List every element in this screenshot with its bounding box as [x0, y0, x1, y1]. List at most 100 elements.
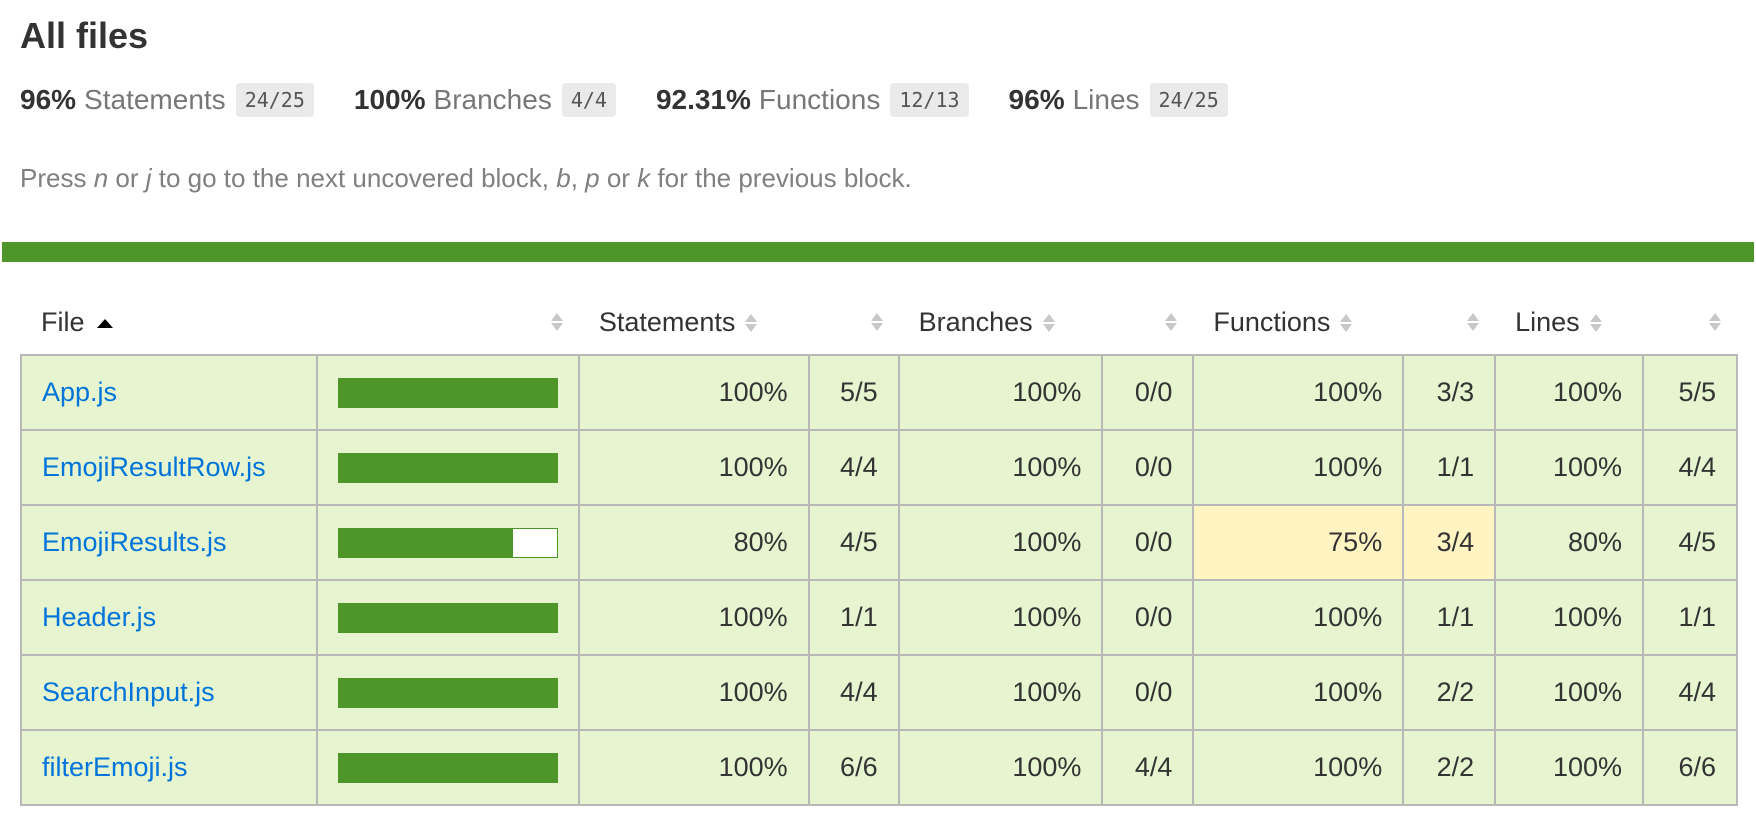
sort-icon: [870, 311, 883, 333]
column-header-statements-raw[interactable]: [808, 290, 899, 356]
branches-pct: 100%: [897, 429, 1104, 506]
hint-text: for the previous block.: [650, 163, 912, 193]
column-label: Lines: [1515, 306, 1580, 337]
functions-fraction: 2/2: [1402, 654, 1497, 731]
file-cell: EmojiResultRow.js: [20, 429, 318, 506]
column-header-functions-raw[interactable]: [1403, 290, 1496, 356]
sort-icon: [745, 312, 758, 334]
hint-text: or: [108, 163, 146, 193]
summary-pct: 96%: [1008, 84, 1065, 115]
lines-pct: 100%: [1494, 579, 1644, 656]
column-header-lines[interactable]: Lines: [1495, 290, 1643, 356]
coverage-bar-cell: [315, 504, 580, 581]
file-link[interactable]: Header.js: [42, 602, 156, 632]
coverage-bar-fill: [338, 603, 557, 632]
file-link[interactable]: EmojiResultRow.js: [42, 452, 266, 482]
coverage-bar-fill: [338, 378, 557, 407]
hint-key: p: [585, 163, 600, 193]
file-cell: EmojiResults.js: [20, 504, 318, 581]
hint-text: to go to the next uncovered block,: [151, 163, 557, 193]
functions-pct: 100%: [1192, 579, 1405, 656]
coverage-bar-cell: [315, 354, 580, 431]
functions-pct: 100%: [1192, 654, 1405, 731]
table-row: App.js 100% 5/5 100% 0/0 100% 3/3 100% 5/5: [20, 354, 1738, 431]
coverage-bar: [337, 452, 558, 483]
branches-pct: 100%: [897, 579, 1104, 656]
sort-icon: [1042, 312, 1055, 334]
functions-pct: 100%: [1192, 729, 1405, 806]
lines-pct: 100%: [1494, 354, 1644, 431]
statements-fraction: 6/6: [807, 729, 900, 806]
hint-key: k: [637, 163, 651, 193]
statements-pct: 100%: [577, 579, 810, 656]
sort-icon: [1467, 311, 1480, 333]
summary-fraction: 12/13: [890, 83, 969, 117]
summary-pct: 92.31%: [655, 84, 751, 115]
file-cell: App.js: [20, 354, 318, 431]
table-header-row: File Statements Branches Functions Lines: [21, 290, 1737, 356]
summary-pct: 100%: [353, 84, 426, 115]
coverage-bar-cell: [315, 729, 580, 806]
hint-text: or: [599, 163, 638, 193]
column-header-file-bar[interactable]: [316, 290, 579, 356]
sort-icon: [550, 311, 563, 333]
column-header-branches[interactable]: Branches: [898, 290, 1103, 356]
summary-label: Branches: [433, 84, 552, 115]
functions-fraction: 3/4: [1402, 504, 1497, 581]
sort-ascending-icon: [96, 318, 113, 328]
statements-pct: 100%: [577, 354, 810, 431]
file-cell: SearchInput.js: [20, 654, 318, 731]
functions-pct: 100%: [1192, 429, 1405, 506]
column-header-lines-raw[interactable]: [1643, 290, 1737, 356]
lines-fraction: 4/4: [1642, 429, 1738, 506]
column-header-statements[interactable]: Statements: [578, 290, 809, 356]
column-label: Functions: [1213, 306, 1331, 337]
functions-pct: 75%: [1192, 504, 1405, 581]
statements-pct: 100%: [577, 729, 810, 806]
file-link[interactable]: SearchInput.js: [42, 677, 215, 707]
lines-fraction: 4/5: [1642, 504, 1738, 581]
coverage-bar: [337, 752, 558, 783]
file-link[interactable]: App.js: [42, 377, 117, 407]
branches-pct: 100%: [897, 504, 1104, 581]
column-label: File: [41, 306, 85, 337]
lines-pct: 100%: [1494, 654, 1644, 731]
statements-pct: 80%: [577, 504, 810, 581]
keyboard-hint: Press n or j to go to the next uncovered…: [20, 160, 912, 196]
column-header-file[interactable]: File: [21, 290, 317, 356]
column-label: Branches: [918, 306, 1033, 337]
branches-fraction: 0/0: [1101, 504, 1195, 581]
page-title: All files: [20, 15, 149, 56]
hint-key: b: [556, 163, 571, 193]
branches-fraction: 0/0: [1101, 429, 1195, 506]
lines-fraction: 4/4: [1642, 654, 1738, 731]
coverage-bar: [337, 677, 558, 708]
coverage-table: File Statements Branches Functions Lines…: [20, 290, 1738, 806]
summary-functions: 92.31% Functions 12/13: [656, 80, 969, 120]
file-link[interactable]: EmojiResults.js: [42, 527, 227, 557]
column-header-functions[interactable]: Functions: [1193, 290, 1404, 356]
hint-text: ,: [570, 163, 586, 193]
lines-pct: 100%: [1494, 429, 1644, 506]
sort-icon: [1340, 312, 1353, 334]
coverage-status-bar: [2, 242, 1754, 262]
file-link[interactable]: filterEmoji.js: [42, 752, 188, 782]
table-row: EmojiResultRow.js 100% 4/4 100% 0/0 100% 1/1 10…: [20, 429, 1738, 506]
sort-icon: [1165, 311, 1178, 333]
file-cell: Header.js: [20, 579, 318, 656]
table-row: SearchInput.js 100% 4/4 100% 0/0 100% 2/2 100% 4…: [20, 654, 1738, 731]
sort-icon: [1589, 312, 1602, 334]
sort-icon: [1709, 311, 1721, 333]
column-header-branches-raw[interactable]: [1102, 290, 1194, 356]
coverage-bar-fill: [338, 453, 557, 482]
summary-lines: 96% Lines 24/25: [1009, 80, 1228, 120]
table-row: Header.js 100% 1/1 100% 0/0 100% 1/1 100% 1/1: [20, 579, 1738, 656]
coverage-bar-cell: [315, 654, 580, 731]
summary-statements: 96% Statements 24/25: [20, 80, 314, 120]
lines-fraction: 6/6: [1642, 729, 1738, 806]
file-cell: filterEmoji.js: [20, 729, 318, 806]
lines-pct: 100%: [1494, 729, 1644, 806]
lines-fraction: 5/5: [1642, 354, 1738, 431]
hint-text: Press: [20, 163, 94, 193]
branches-fraction: 0/0: [1101, 654, 1195, 731]
